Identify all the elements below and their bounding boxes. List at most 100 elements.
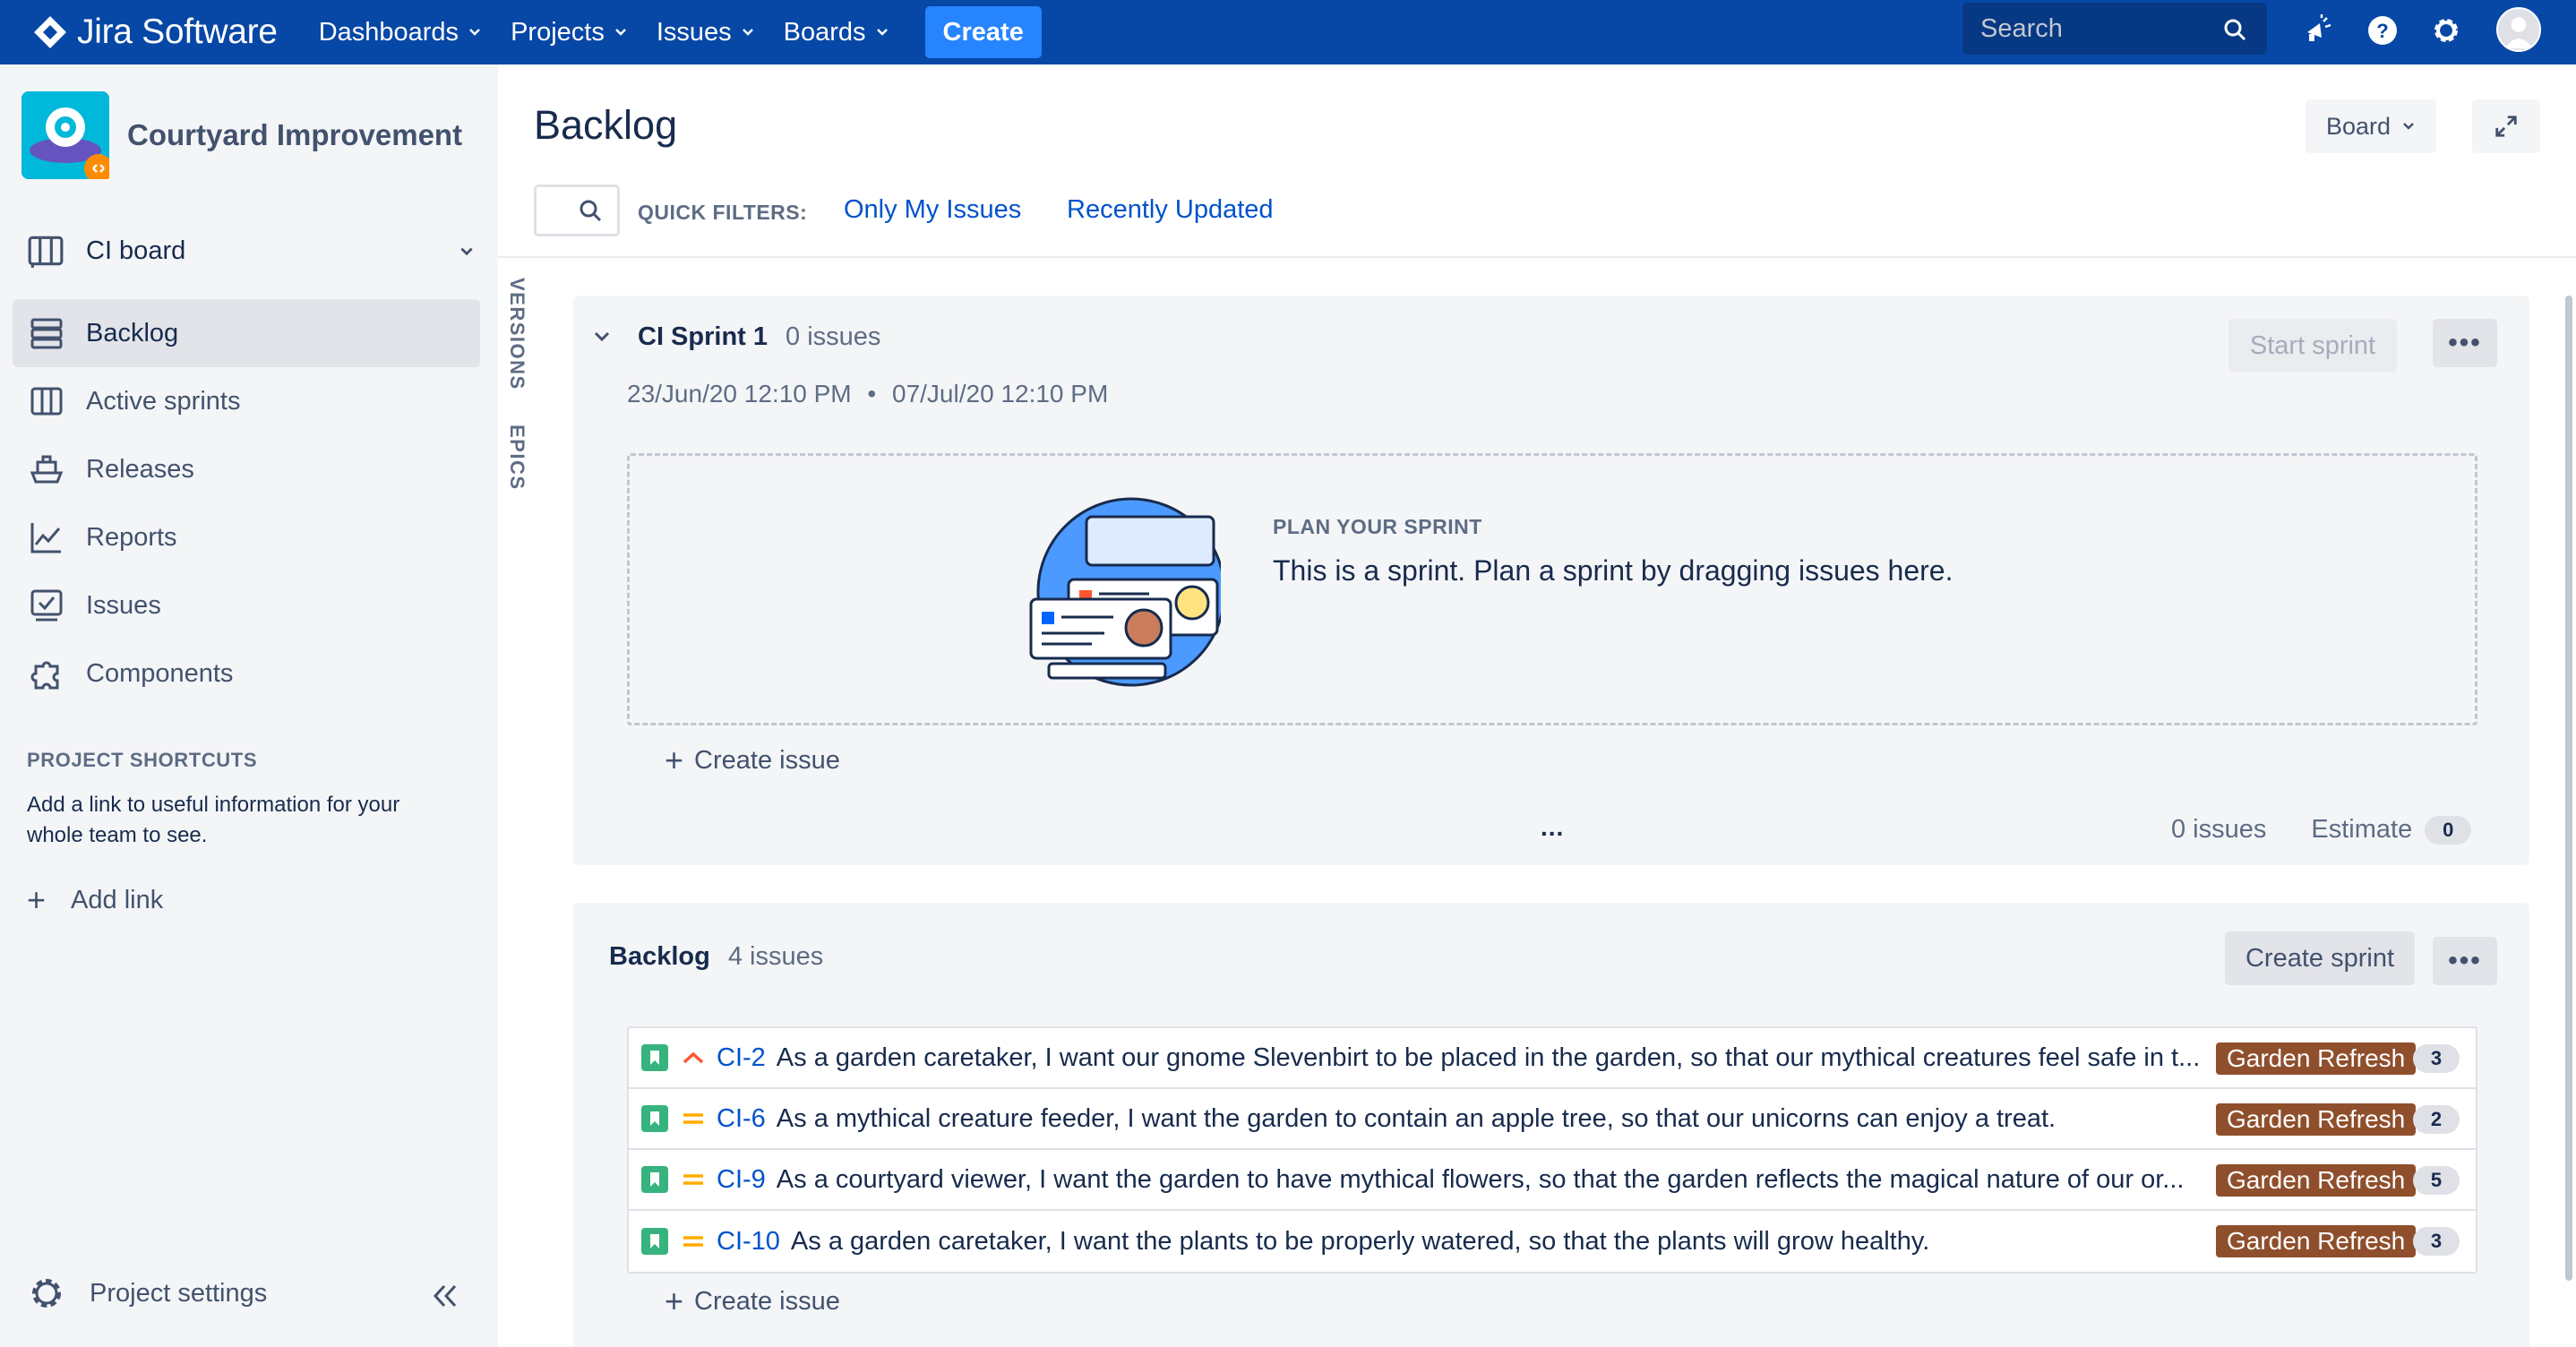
sidebar-item-label: Reports bbox=[86, 522, 177, 552]
quick-filters-label: QUICK FILTERS: bbox=[638, 201, 808, 224]
issue-row[interactable]: CI-6 As a mythical creature feeder, I wa… bbox=[629, 1089, 2476, 1150]
sidebar-item-issues[interactable]: Issues bbox=[13, 571, 480, 639]
project-settings-label: Project settings bbox=[90, 1278, 268, 1308]
sidebar-item-releases[interactable]: Releases bbox=[13, 435, 480, 503]
help-icon[interactable]: ? bbox=[2366, 14, 2399, 47]
sprint-more-button[interactable]: ••• bbox=[2433, 319, 2497, 367]
header-divider bbox=[498, 256, 2576, 258]
nav-dashboards-label: Dashboards bbox=[318, 17, 459, 47]
sidebar-item-reports[interactable]: Reports bbox=[13, 503, 480, 571]
nav-projects-label: Projects bbox=[511, 17, 605, 47]
page-title: Backlog bbox=[534, 102, 678, 148]
nav-menu: Dashboards Projects Issues Boards Create bbox=[305, 0, 1042, 64]
logo-text: Jira Software bbox=[77, 13, 278, 51]
settings-icon[interactable] bbox=[2430, 14, 2462, 47]
chevron-down-icon bbox=[2403, 123, 2414, 130]
add-link-button[interactable]: + Add link bbox=[27, 881, 163, 919]
issue-key[interactable]: CI-2 bbox=[717, 1043, 766, 1073]
sprint-dropzone[interactable]: PLAN YOUR SPRINT This is a sprint. Plan … bbox=[627, 453, 2477, 725]
sprint-name: CI Sprint 1 bbox=[638, 322, 769, 351]
board-button-label: Board bbox=[2325, 112, 2391, 140]
epics-tab[interactable]: EPICS bbox=[505, 425, 528, 491]
quick-filter-only-my-issues[interactable]: Only My Issues bbox=[844, 195, 1021, 225]
collapse-sidebar-icon[interactable] bbox=[428, 1279, 462, 1313]
board-dropdown-button[interactable]: Board bbox=[2306, 99, 2436, 153]
user-avatar-icon bbox=[2504, 17, 2533, 49]
search-icon bbox=[2224, 19, 2246, 41]
issue-key[interactable]: CI-9 bbox=[717, 1165, 766, 1195]
issue-row[interactable]: CI-2 As a garden caretaker, I want our g… bbox=[629, 1028, 2476, 1089]
sprint-create-issue-button[interactable]: + Create issue bbox=[665, 742, 840, 779]
backlog-more-button[interactable]: ••• bbox=[2433, 937, 2497, 985]
issue-summary: As a courtyard viewer, I want the garden… bbox=[776, 1164, 2185, 1194]
project-avatar-icon bbox=[21, 91, 113, 183]
issue-row[interactable]: CI-10 As a garden caretaker, I want the … bbox=[629, 1211, 2476, 1272]
search-icon bbox=[580, 200, 602, 222]
jira-diamond-icon bbox=[34, 16, 66, 48]
puzzle-icon bbox=[30, 661, 59, 690]
chevron-down-icon bbox=[469, 29, 480, 36]
start-sprint-button[interactable]: Start sprint bbox=[2228, 319, 2397, 373]
nav-dashboards[interactable]: Dashboards bbox=[305, 0, 496, 64]
priority-medium-icon bbox=[683, 1113, 703, 1124]
notifications-icon[interactable] bbox=[2302, 14, 2334, 47]
project-settings-button[interactable]: Project settings bbox=[27, 1274, 267, 1313]
issues-icon bbox=[30, 589, 63, 622]
chevron-down-icon[interactable] bbox=[591, 326, 613, 347]
issue-key[interactable]: CI-10 bbox=[717, 1227, 780, 1257]
project-avatar[interactable] bbox=[21, 91, 113, 183]
story-points-badge: 2 bbox=[2413, 1105, 2460, 1134]
story-icon bbox=[641, 1166, 668, 1193]
sidebar-item-components[interactable]: Components bbox=[13, 639, 480, 708]
sidebar-item-backlog[interactable]: Backlog bbox=[13, 299, 480, 367]
board-icon bbox=[28, 236, 64, 268]
issue-key[interactable]: CI-6 bbox=[717, 1104, 766, 1134]
epic-label[interactable]: Garden Refresh bbox=[2216, 1042, 2417, 1075]
story-icon bbox=[641, 1228, 668, 1255]
ship-icon bbox=[30, 455, 64, 484]
nav-boards[interactable]: Boards bbox=[769, 0, 904, 64]
epic-label[interactable]: Garden Refresh bbox=[2216, 1225, 2417, 1257]
user-avatar[interactable] bbox=[2496, 7, 2541, 52]
project-shortcuts-text: Add a link to useful information for you… bbox=[27, 793, 400, 847]
date-separator: • bbox=[867, 380, 877, 408]
nav-issues[interactable]: Issues bbox=[642, 0, 769, 64]
chevron-down-icon bbox=[742, 29, 753, 36]
backlog-create-issue-button[interactable]: + Create issue bbox=[665, 1283, 840, 1320]
sprint-footer: 0 issues Estimate 0 bbox=[2171, 815, 2472, 845]
epic-label[interactable]: Garden Refresh bbox=[2216, 1164, 2417, 1197]
priority-medium-icon bbox=[683, 1174, 703, 1185]
sidebar-item-active-sprints[interactable]: Active sprints bbox=[13, 367, 480, 435]
nav-boards-label: Boards bbox=[783, 17, 866, 47]
backlog-header: Backlog 4 issues bbox=[609, 942, 823, 972]
backlog-container: Backlog 4 issues Create sprint ••• CI-2 … bbox=[573, 903, 2529, 1347]
global-search-input[interactable]: Search bbox=[1962, 3, 2267, 55]
fullscreen-button[interactable] bbox=[2472, 99, 2540, 153]
create-issue-label: Create issue bbox=[694, 1286, 840, 1316]
versions-tab[interactable]: VERSIONS bbox=[505, 278, 528, 390]
main-scrollbar[interactable] bbox=[2565, 296, 2572, 1281]
create-button[interactable]: Create bbox=[924, 6, 1042, 58]
plan-sprint-text: This is a sprint. Plan a sprint by dragg… bbox=[1273, 554, 1953, 587]
story-icon bbox=[641, 1044, 668, 1071]
plus-icon: + bbox=[665, 742, 684, 778]
sprint-header[interactable]: CI Sprint 1 0 issues bbox=[591, 319, 880, 355]
create-sprint-button[interactable]: Create sprint bbox=[2225, 931, 2415, 985]
sidebar-nav: Backlog Active sprints Releases Reports bbox=[13, 299, 480, 708]
epic-label[interactable]: Garden Refresh bbox=[2216, 1103, 2417, 1136]
gear-icon bbox=[32, 1279, 61, 1308]
jira-logo[interactable]: Jira Software bbox=[32, 0, 278, 64]
sprint-dates: 23/Jun/20 12:10 PM • 07/Jul/20 12:10 PM bbox=[627, 380, 1108, 408]
quick-filter-recently-updated[interactable]: Recently Updated bbox=[1067, 195, 1274, 225]
board-name: CI board bbox=[86, 236, 186, 265]
create-issue-label: Create issue bbox=[694, 745, 840, 775]
project-title[interactable]: Courtyard Improvement bbox=[127, 118, 462, 152]
plan-sprint-illustration bbox=[1029, 497, 1221, 687]
chart-icon bbox=[30, 523, 61, 553]
story-icon bbox=[641, 1105, 668, 1132]
story-points-badge: 5 bbox=[2413, 1166, 2460, 1195]
filter-search-input[interactable] bbox=[534, 184, 620, 236]
board-switcher[interactable]: CI board bbox=[27, 226, 475, 276]
issue-row[interactable]: CI-9 As a courtyard viewer, I want the g… bbox=[629, 1150, 2476, 1211]
nav-projects[interactable]: Projects bbox=[496, 0, 642, 64]
